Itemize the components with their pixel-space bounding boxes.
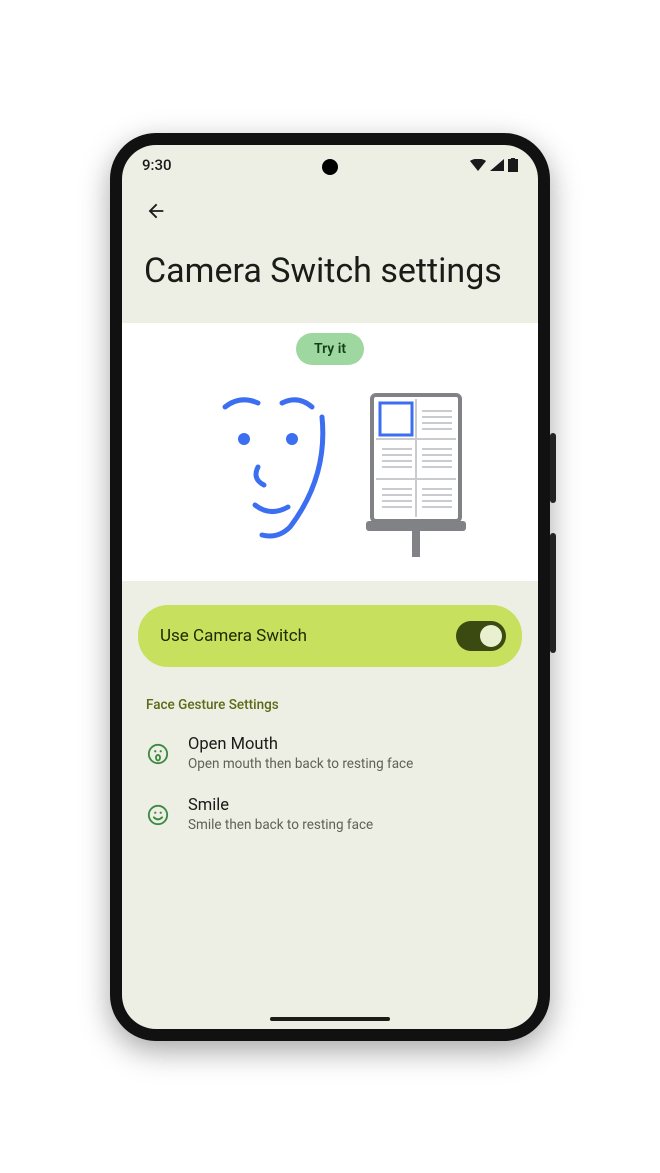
smile-icon xyxy=(146,803,170,827)
use-camera-switch-row[interactable]: Use Camera Switch xyxy=(138,605,522,667)
camera-hole-icon xyxy=(322,159,338,175)
gesture-subtitle: Smile then back to resting face xyxy=(188,817,373,833)
arrow-left-icon xyxy=(145,200,167,222)
face-gesture-section-label: Face Gesture Settings xyxy=(122,689,538,723)
use-camera-switch-toggle[interactable] xyxy=(456,621,506,651)
home-indicator-icon xyxy=(270,1017,390,1021)
status-time: 9:30 xyxy=(142,156,172,174)
battery-icon xyxy=(508,158,518,172)
try-it-label: Try it xyxy=(314,341,346,357)
back-button[interactable] xyxy=(136,191,176,231)
hero-panel: Try it xyxy=(122,323,538,581)
screen: 9:30 Camera Switch settings Try it xyxy=(122,145,538,1029)
page-title: Camera Switch settings xyxy=(122,231,538,324)
gesture-text: Open Mouth Open mouth then back to resti… xyxy=(188,735,413,772)
open-mouth-icon xyxy=(146,742,170,766)
gesture-open-mouth[interactable]: Open Mouth Open mouth then back to resti… xyxy=(122,723,538,784)
gesture-subtitle: Open mouth then back to resting face xyxy=(188,756,413,772)
stage: 9:30 Camera Switch settings Try it xyxy=(0,0,660,1173)
side-key-icon xyxy=(550,533,556,653)
phone-frame: 9:30 Camera Switch settings Try it xyxy=(110,133,550,1041)
gesture-text: Smile Smile then back to resting face xyxy=(188,796,373,833)
hero-illustration-icon xyxy=(170,377,490,557)
try-it-button[interactable]: Try it xyxy=(296,333,364,365)
gesture-smile[interactable]: Smile Smile then back to resting face xyxy=(122,784,538,845)
gesture-title: Smile xyxy=(188,796,373,815)
gesture-title: Open Mouth xyxy=(188,735,413,754)
signal-icon xyxy=(490,159,504,171)
wifi-icon xyxy=(470,159,486,171)
use-camera-switch-label: Use Camera Switch xyxy=(160,626,307,646)
switch-thumb-icon xyxy=(480,625,502,647)
top-bar xyxy=(122,185,538,231)
status-icons xyxy=(470,158,518,172)
side-key-icon xyxy=(550,433,556,503)
